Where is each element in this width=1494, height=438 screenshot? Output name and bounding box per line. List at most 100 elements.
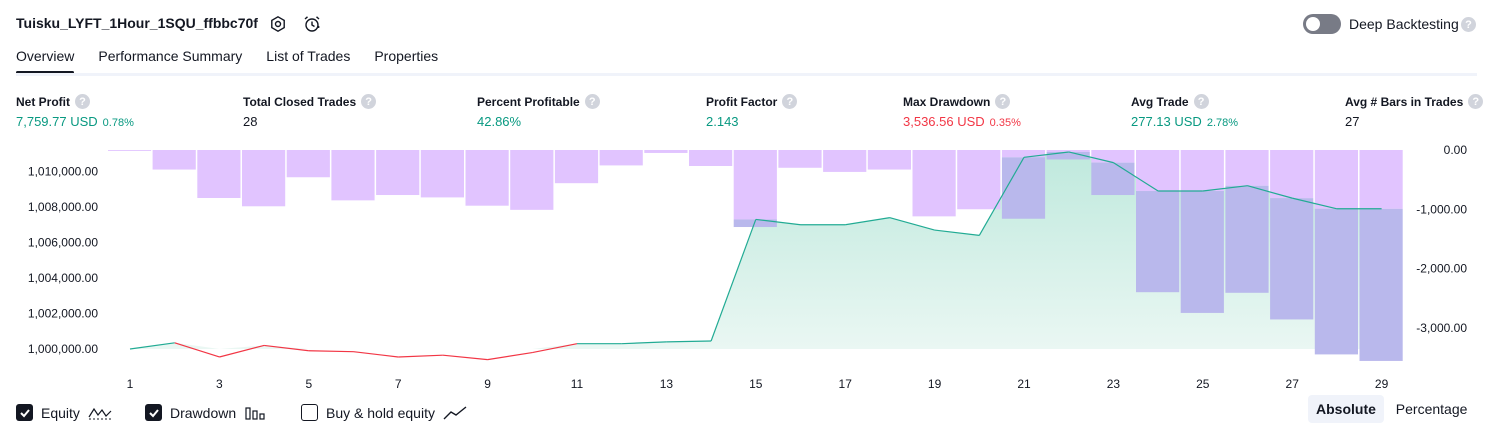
y-left-tick-label: 1,002,000.00 (28, 307, 98, 321)
settings-icon-glyph (271, 15, 285, 33)
x-tick-label: 9 (484, 377, 491, 391)
info-icon[interactable]: ? (995, 94, 1011, 109)
deep-backtesting-help-icon[interactable]: ? (1461, 17, 1476, 32)
metric-percent: 0.35% (989, 117, 1021, 129)
check-icon (148, 408, 159, 417)
drawdown-bar (957, 150, 1001, 210)
equity-checkbox[interactable] (16, 404, 33, 421)
deep-backtesting-toggle[interactable] (1303, 14, 1341, 34)
drawdown-bar (733, 150, 777, 220)
info-icon[interactable]: ? (75, 94, 90, 109)
metric-percent: 2.78% (1206, 117, 1239, 129)
drawdown-bar (1225, 150, 1269, 186)
x-tick-label: 7 (395, 377, 402, 391)
legend-drawdown-label: Drawdown (170, 404, 237, 421)
x-tick-label: 1 (127, 377, 134, 391)
drawdown-bar-overlap (1314, 208, 1358, 355)
y-right-tick-label: -1,000.00 (1416, 202, 1467, 216)
info-icon[interactable]: ? (1468, 94, 1484, 109)
metric-net-profit: Net Profit? 7,759.77 USD 0.78% (16, 94, 134, 129)
deep-backtesting-label: Deep Backtesting (1349, 16, 1459, 32)
alarm-clock-icon[interactable] (301, 13, 323, 35)
equity-line-segment (219, 344, 265, 358)
info-icon[interactable]: ? (1193, 94, 1209, 109)
metric-label: Percent Profitable (477, 94, 580, 109)
tab-properties[interactable]: Properties (374, 48, 438, 72)
equity-line-segment (442, 354, 488, 361)
drawdown-bar (420, 150, 464, 198)
buyhold-checkbox[interactable] (301, 404, 318, 421)
tab-list-of-trades[interactable]: List of Trades (266, 48, 350, 72)
drawdown-checkbox[interactable] (145, 404, 162, 421)
metric-value: 42.86% (477, 114, 522, 129)
tab-divider (16, 73, 1477, 76)
drawdown-bar (1136, 150, 1180, 192)
metric-profit-factor: Profit Factor? 2.143 (706, 94, 798, 129)
tab-performance-summary[interactable]: Performance Summary (98, 48, 242, 72)
info-icon[interactable]: ? (361, 94, 377, 109)
absolute-button[interactable]: Absolute (1308, 395, 1384, 423)
y-right-tick-label: -2,000.00 (1416, 262, 1467, 276)
equity-drawdown-chart[interactable]: 1,000,000.00 1,002,000.00 1,004,000.00 1,00… (0, 140, 1494, 395)
legend-equity[interactable]: Equity (16, 404, 112, 421)
metric-value: 2.143 (706, 114, 739, 129)
metric-max-drawdown: Max Drawdown? 3,536.56 USD 0.35% (903, 94, 1021, 129)
equity-line-icon (88, 407, 112, 419)
toggle-knob (1306, 17, 1320, 31)
metric-label: Avg # Bars in Trades (1345, 94, 1464, 109)
legend-equity-label: Equity (41, 404, 80, 421)
legend-buy-hold[interactable]: Buy & hold equity (301, 404, 467, 421)
y-left-tick-label: 1,008,000.00 (28, 200, 98, 214)
legend-drawdown[interactable]: Drawdown (145, 404, 266, 421)
y-right-tick-label: 0.00 (1444, 143, 1468, 157)
drawdown-bar (912, 150, 956, 217)
drawdown-bar-overlap (1180, 191, 1224, 313)
tab-overview[interactable]: Overview (16, 48, 75, 74)
percentage-button[interactable]: Percentage (1388, 395, 1476, 423)
drawdown-bar (510, 150, 554, 210)
metric-label: Net Profit (16, 94, 70, 109)
drawdown-bar (197, 150, 241, 198)
drawdown-bar (689, 150, 733, 166)
tab-bar: Overview Performance Summary List of Tra… (16, 48, 438, 74)
check-icon (19, 408, 30, 417)
metric-value: 277.13 USD (1131, 114, 1202, 129)
x-tick-label: 25 (1196, 377, 1210, 391)
equity-line-segment (174, 342, 220, 358)
drawdown-bar (376, 150, 420, 196)
drawdown-bar (867, 150, 911, 170)
drawdown-bar (1359, 150, 1403, 209)
info-icon[interactable]: ? (782, 94, 798, 109)
equity-line-segment (398, 354, 443, 358)
y-left-tick-label: 1,006,000.00 (28, 236, 98, 250)
metric-label: Max Drawdown (903, 94, 991, 109)
drawdown-bar-overlap (1225, 185, 1269, 293)
drawdown-bar (1091, 150, 1135, 163)
metric-total-closed-trades: Total Closed Trades? 28 (243, 94, 377, 129)
metric-value: 27 (1345, 114, 1360, 129)
metric-label: Total Closed Trades (243, 94, 357, 109)
x-tick-label: 17 (839, 377, 853, 391)
drawdown-bar (644, 150, 688, 153)
y-right-tick-label: -3,000.00 (1416, 321, 1467, 335)
drawdown-bar-overlap (1091, 162, 1135, 196)
equity-line-segment (353, 351, 399, 358)
x-tick-label: 13 (660, 377, 674, 391)
x-tick-label: 21 (1017, 377, 1031, 391)
metric-percent-profitable: Percent Profitable? 42.86% (477, 94, 600, 129)
info-icon[interactable]: ? (584, 94, 600, 109)
settings-icon[interactable] (267, 13, 289, 35)
x-tick-label: 27 (1286, 377, 1300, 391)
metric-label: Profit Factor (706, 94, 778, 109)
bar-chart-icon (245, 406, 265, 420)
metric-avg-bars-in-trades: Avg # Bars in Trades? 27 (1345, 94, 1484, 129)
drawdown-bar-overlap (1001, 157, 1046, 219)
drawdown-bar (152, 150, 196, 170)
metric-value: 3,536.56 USD (903, 114, 985, 129)
drawdown-bar (242, 150, 286, 207)
drawdown-bar (108, 150, 152, 151)
drawdown-bar-overlap (1270, 198, 1314, 320)
drawdown-bar (1001, 150, 1046, 158)
x-tick-label: 15 (749, 377, 763, 391)
drawdown-bar (331, 150, 375, 201)
